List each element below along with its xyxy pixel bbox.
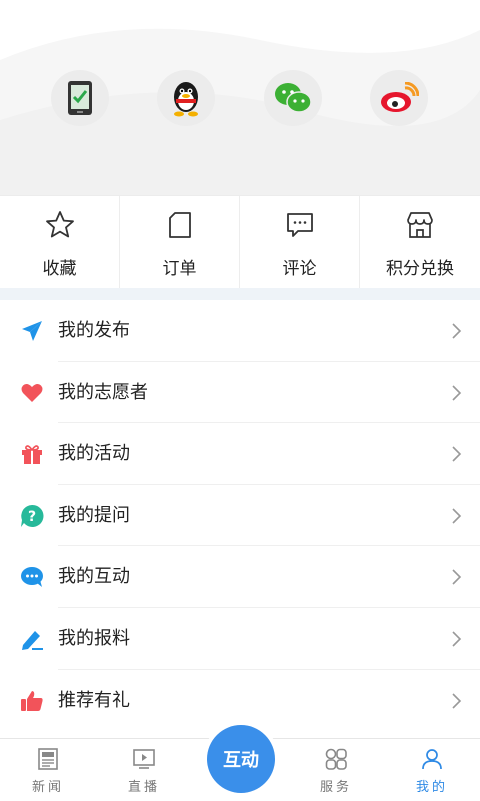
menu-item-label: 我的互动 [58,565,130,589]
menu-item-my-volunteer[interactable]: 我的志愿者 [0,362,480,424]
menu-item-my-activities[interactable]: 我的活动 [0,423,480,485]
heart-icon [20,381,44,405]
send-icon [20,319,44,343]
order-icon [165,210,195,240]
menu-list: 我的发布 我的志愿者 我的活动 ? 我的提问 [0,300,480,731]
menu-item-my-reports[interactable]: 我的报料 [0,608,480,670]
thumbs-up-icon [20,689,44,713]
svg-text:?: ? [28,509,36,525]
quick-favorites[interactable]: 收藏 [0,196,120,288]
menu-item-my-posts[interactable]: 我的发布 [0,300,480,362]
bottom-nav: 新闻 直播 互动 服务 我的 [0,738,480,800]
nav-news[interactable]: 新闻 [0,739,96,801]
quick-orders[interactable]: 订单 [120,196,240,288]
live-icon [132,747,156,771]
menu-item-label: 我的活动 [58,442,130,466]
comment-icon [285,210,315,240]
question-icon: ? [20,504,44,528]
user-icon [420,747,444,771]
quick-orders-label: 订单 [120,254,239,279]
chevron-right-icon [450,384,462,402]
weibo-icon [379,82,419,114]
menu-item-label: 我的志愿者 [58,381,148,405]
chevron-right-icon [450,445,462,463]
quick-favorites-label: 收藏 [0,254,119,279]
phone-icon [66,80,94,116]
menu-item-refer-reward[interactable]: 推荐有礼 [0,670,480,732]
quick-actions: 收藏 订单 评论 积分兑换 [0,196,480,288]
chevron-right-icon [450,692,462,710]
service-icon [324,747,348,771]
quick-points-exchange[interactable]: 积分兑换 [360,196,480,288]
news-icon [36,747,60,771]
nav-label: 直播 [96,776,192,795]
qq-login-button[interactable] [157,70,215,126]
login-header [0,0,480,196]
star-icon [45,210,75,240]
qq-icon [169,79,203,117]
wechat-icon [274,82,312,114]
menu-item-label: 我的提问 [58,504,130,528]
chevron-right-icon [450,568,462,586]
chevron-right-icon [450,322,462,340]
pen-icon [20,627,44,651]
store-icon [405,210,435,240]
phone-login-button[interactable] [51,70,109,126]
chevron-right-icon [450,507,462,525]
menu-item-label: 推荐有礼 [58,689,130,713]
quick-points-exchange-label: 积分兑换 [360,254,480,279]
wechat-login-button[interactable] [264,70,322,126]
menu-item-label: 我的发布 [58,319,130,343]
weibo-login-button[interactable] [370,70,428,126]
nav-label: 新闻 [0,776,96,795]
nav-mine[interactable]: 我的 [384,739,480,801]
chevron-right-icon [450,630,462,648]
login-options [0,70,480,126]
menu-item-my-interactions[interactable]: 我的互动 [0,546,480,608]
menu-item-label: 我的报料 [58,627,130,651]
nav-live[interactable]: 直播 [96,739,192,801]
interact-center-button[interactable]: 互动 [207,725,275,793]
nav-services[interactable]: 服务 [288,739,384,801]
quick-comments-label: 评论 [240,254,359,279]
quick-comments[interactable]: 评论 [240,196,360,288]
chat-icon [20,565,44,589]
menu-item-my-questions[interactable]: ? 我的提问 [0,485,480,547]
gift-icon [20,442,44,466]
nav-label: 服务 [288,776,384,795]
section-divider [0,288,480,300]
nav-label: 我的 [384,776,480,795]
